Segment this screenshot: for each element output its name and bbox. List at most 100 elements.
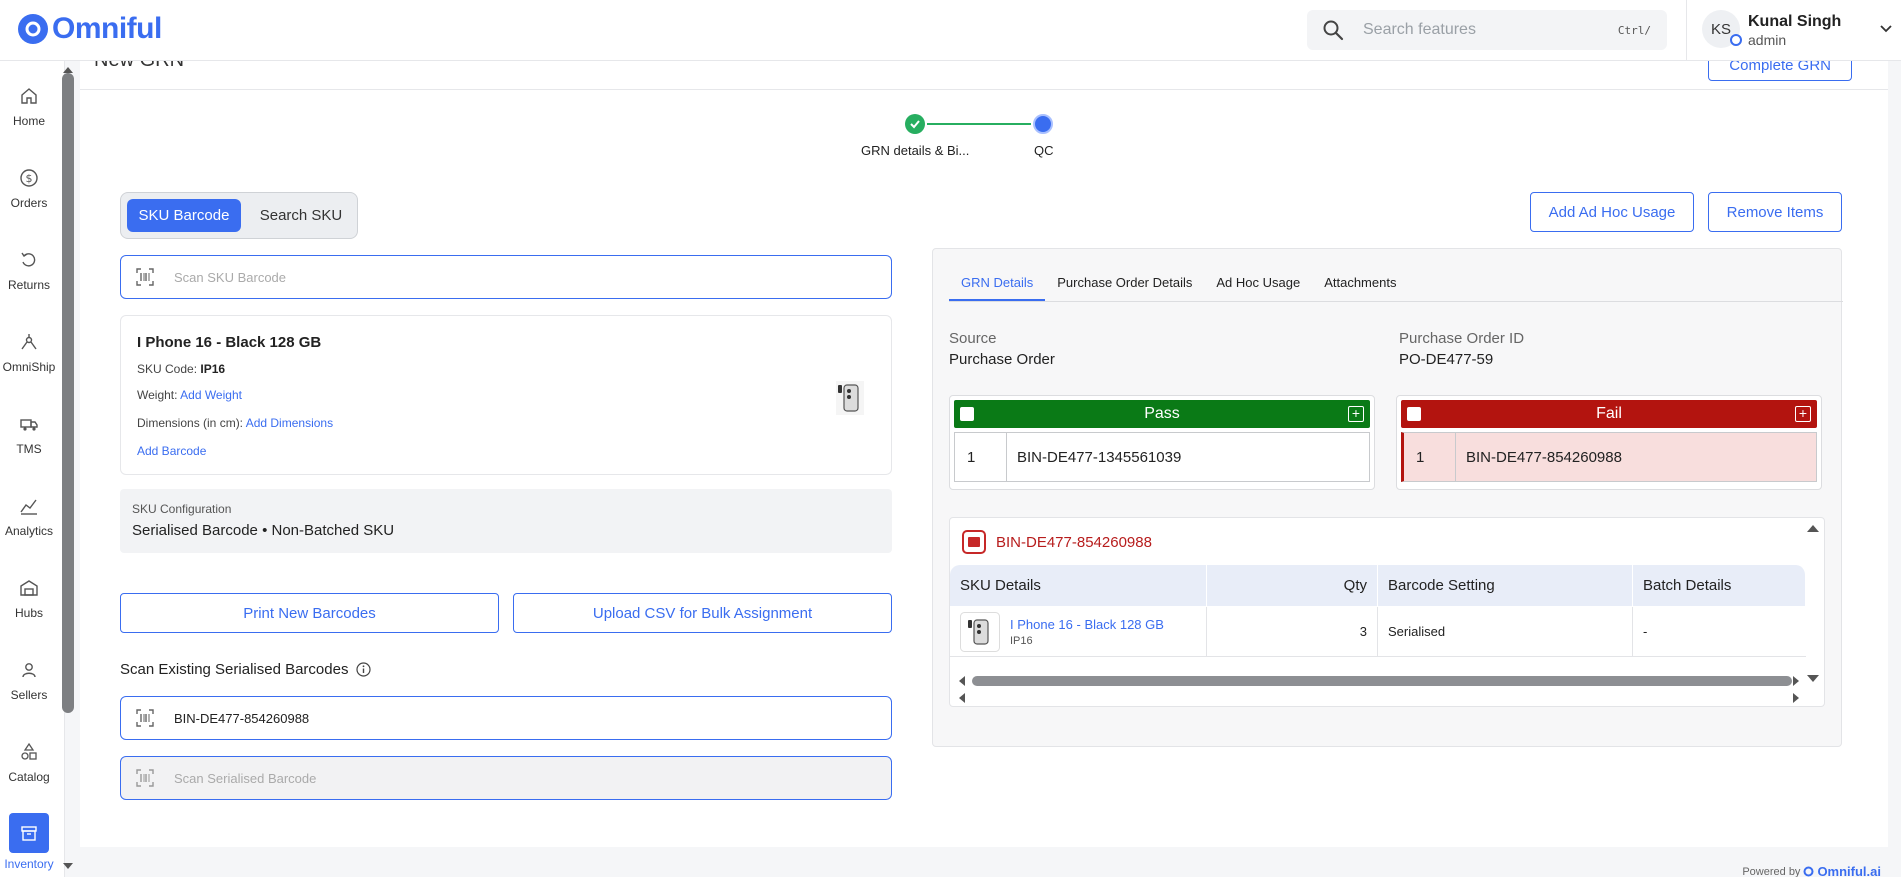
sidebar-item-catalog[interactable]: Catalog	[0, 742, 58, 784]
chart-icon	[20, 499, 37, 515]
sku-name: I Phone 16 - Black 128 GB	[137, 334, 322, 351]
omniful-small-logo-icon	[1803, 866, 1814, 877]
add-icon[interactable]: +	[1795, 406, 1811, 422]
search-icon	[1323, 20, 1344, 41]
product-image	[960, 611, 1000, 652]
sidebar-item-tms[interactable]: TMS	[0, 414, 58, 456]
tabs-divider	[949, 301, 1843, 302]
sku-weight-row: Weight: Add Weight	[137, 388, 242, 402]
sidebar-item-label: Analytics	[4, 524, 54, 538]
step-label-qc[interactable]: QC	[1034, 143, 1054, 158]
logo-mark-icon	[18, 14, 48, 44]
scroll-left-icon[interactable]	[958, 675, 966, 687]
sku-link[interactable]: I Phone 16 - Black 128 GB	[1010, 617, 1164, 632]
info-icon[interactable]	[356, 662, 372, 677]
scan-existing-label: Scan Existing Serialised Barcodes	[120, 661, 349, 678]
add-weight-link[interactable]: Add Weight	[180, 388, 242, 402]
network-icon	[21, 334, 37, 350]
fail-bin-icon	[1407, 407, 1421, 421]
tab-grn-details[interactable]: GRN Details	[949, 271, 1046, 301]
dollar-icon: $	[20, 169, 38, 187]
table-cell-barcode-setting: Serialised	[1378, 607, 1633, 657]
svg-text:$: $	[26, 172, 33, 185]
search-shortcut: Ctrl/	[1617, 23, 1651, 37]
omniful-logo[interactable]: Omniful	[18, 12, 162, 46]
sidebar-scrollbar[interactable]	[62, 73, 74, 713]
sidebar-item-label: Returns	[7, 278, 51, 292]
sku-dimensions-row: Dimensions (in cm): Add Dimensions	[137, 416, 333, 430]
source-label: Source	[949, 330, 997, 347]
pass-bin-row[interactable]: 1 BIN-DE477-1345561039	[954, 432, 1370, 482]
sku-code: IP16	[1010, 634, 1033, 647]
sidebar-item-hubs[interactable]: Hubs	[0, 578, 58, 620]
print-new-barcodes-button[interactable]: Print New Barcodes	[120, 593, 499, 633]
barcode-scan-icon	[136, 769, 154, 787]
scroll-down-icon[interactable]	[1806, 674, 1820, 683]
bin-detail-header: BIN-DE477-854260988	[962, 530, 1152, 554]
weight-label: Weight:	[137, 388, 178, 402]
avatar[interactable]: KS	[1702, 10, 1742, 48]
pass-bin-id: BIN-DE477-1345561039	[1017, 448, 1182, 466]
po-id-value: PO-DE477-59	[1399, 351, 1494, 368]
sku-barcode-toggle[interactable]: SKU Barcode	[127, 199, 241, 232]
add-barcode-link[interactable]: Add Barcode	[137, 444, 206, 458]
powered-by-label: Powered by	[1742, 865, 1801, 877]
add-icon[interactable]: +	[1348, 406, 1364, 422]
feature-search[interactable]: Search features Ctrl/	[1307, 10, 1667, 50]
horizontal-scrollbar[interactable]	[972, 676, 1792, 686]
user-role: admin	[1748, 32, 1787, 48]
scan-existing-heading: Scan Existing Serialised Barcodes	[120, 661, 372, 678]
box-icon	[21, 826, 37, 841]
avatar-initials: KS	[1710, 20, 1731, 38]
sku-config-label: SKU Configuration	[132, 502, 232, 516]
po-id-label: Purchase Order ID	[1399, 330, 1525, 347]
scroll-left-icon[interactable]	[958, 692, 966, 704]
sidebar-item-returns[interactable]: Returns	[0, 250, 58, 292]
sidebar-item-inventory[interactable]: Inventory	[0, 813, 58, 871]
column-header-qty: Qty	[1207, 565, 1378, 606]
product-image	[836, 381, 864, 415]
scroll-down-icon[interactable]	[62, 862, 74, 870]
scroll-up-icon[interactable]	[1806, 524, 1820, 533]
upload-csv-button[interactable]: Upload CSV for Bulk Assignment	[513, 593, 892, 633]
sidebar-item-omniship[interactable]: OmniShip	[0, 332, 58, 374]
scan-sku-barcode-input[interactable]: Scan SKU Barcode	[120, 255, 892, 299]
fail-bin-index: 1	[1404, 433, 1456, 481]
sku-code-row: SKU Code: IP16	[137, 362, 225, 376]
pass-bin-index: 1	[955, 433, 1007, 481]
add-dimensions-link[interactable]: Add Dimensions	[246, 416, 333, 430]
scan-existing-barcode-input[interactable]: BIN-DE477-854260988	[120, 696, 892, 740]
sidebar-item-label: Sellers	[10, 688, 48, 702]
tab-ad-hoc-usage[interactable]: Ad Hoc Usage	[1204, 271, 1312, 301]
sidebar-item-label: Orders	[10, 196, 48, 210]
inventory-active-box	[9, 813, 49, 853]
chevron-down-icon[interactable]	[1879, 22, 1893, 36]
column-header-batch-details: Batch Details	[1633, 565, 1806, 606]
step-label-grn-details[interactable]: GRN details & Bi...	[861, 143, 969, 158]
table-cell-qty: 3	[1207, 607, 1378, 657]
add-ad-hoc-usage-button[interactable]: Add Ad Hoc Usage	[1530, 192, 1694, 232]
search-placeholder[interactable]: Search features	[1363, 21, 1618, 39]
search-sku-toggle[interactable]: Search SKU	[249, 199, 353, 232]
remove-items-button[interactable]: Remove Items	[1708, 192, 1842, 232]
tab-attachments[interactable]: Attachments	[1312, 271, 1408, 301]
column-header-barcode-setting: Barcode Setting	[1378, 565, 1633, 606]
user-name[interactable]: Kunal Singh	[1748, 13, 1841, 31]
scroll-right-icon[interactable]	[1792, 692, 1800, 704]
complete-grn-button[interactable]: Complete GRN	[1708, 61, 1852, 81]
footer: Powered by Omniful.ai	[1742, 864, 1881, 877]
scroll-right-icon[interactable]	[1792, 675, 1800, 687]
sidebar-item-analytics[interactable]: Analytics	[0, 496, 58, 538]
scan-serialised-barcode-input[interactable]: Scan Serialised Barcode	[120, 756, 892, 800]
bin-detail-title: BIN-DE477-854260988	[996, 533, 1152, 551]
sidebar-item-label: Catalog	[8, 770, 50, 784]
sidebar-item-sellers[interactable]: Sellers	[0, 660, 58, 702]
sidebar-item-home[interactable]: Home	[0, 86, 58, 128]
tab-purchase-order-details[interactable]: Purchase Order Details	[1045, 271, 1204, 301]
step-done-icon	[905, 114, 925, 134]
sidebar-item-orders[interactable]: $ Orders	[0, 168, 58, 210]
fail-bin-row[interactable]: 1 BIN-DE477-854260988	[1401, 432, 1817, 482]
source-field: Source Purchase Order	[949, 330, 1055, 368]
footer-brand[interactable]: Omniful.ai	[1817, 864, 1881, 877]
sku-card: I Phone 16 - Black 128 GB SKU Code: IP16…	[120, 315, 892, 475]
